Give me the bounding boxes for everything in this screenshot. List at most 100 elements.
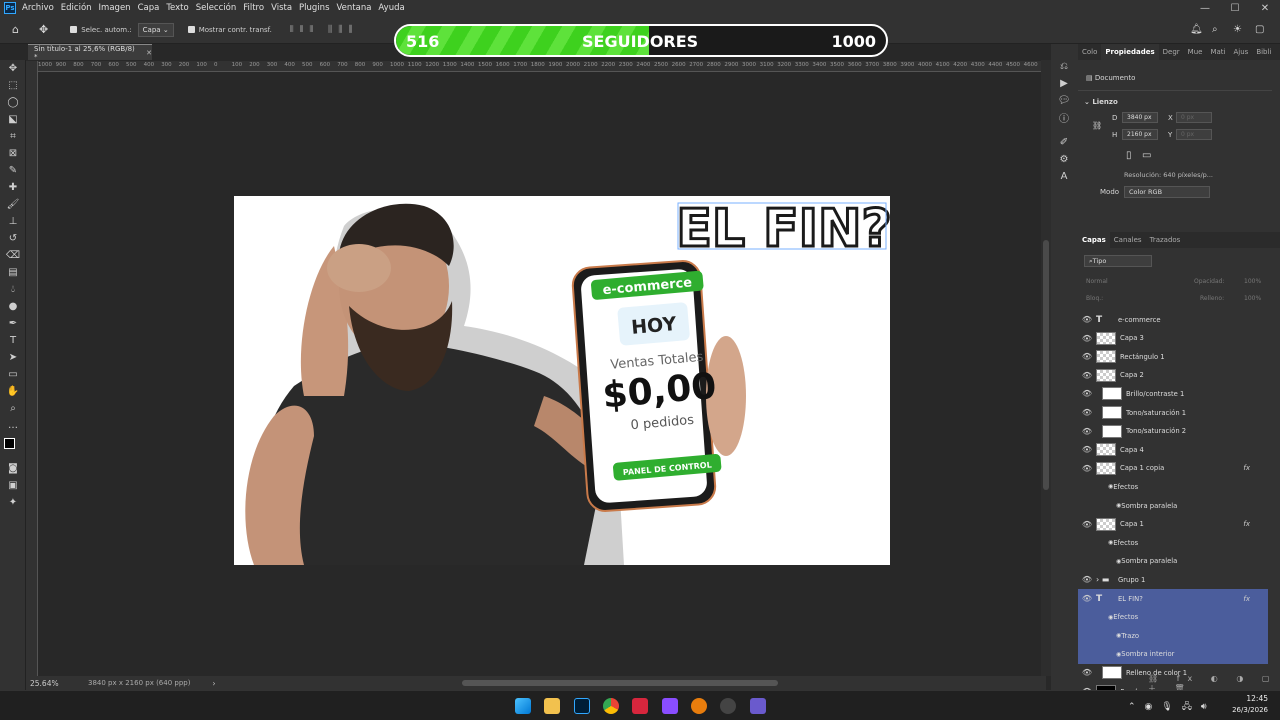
close-icon[interactable]: ✕ <box>1250 0 1280 16</box>
tab-channels[interactable]: Canales <box>1110 236 1146 244</box>
chrome-icon[interactable] <box>603 698 619 714</box>
layer-visibility-icon[interactable]: 👁︎ <box>1078 668 1096 677</box>
folder-icon[interactable]: › ▬ <box>1096 575 1118 584</box>
layer-row[interactable]: ◉ Efectos <box>1078 533 1268 552</box>
workspace-icon[interactable]: ▢ <box>1255 24 1264 35</box>
tab-close-icon[interactable]: ✕ <box>146 49 152 57</box>
layer-row[interactable]: ◉ Efectos <box>1078 607 1268 627</box>
blender-icon[interactable] <box>691 698 707 714</box>
landscape-icon[interactable]: ▭ <box>1142 150 1151 161</box>
layer-row[interactable]: 👁︎ › ▬ Grupo 1 <box>1078 570 1268 589</box>
layer-row[interactable]: ◉ Trazo <box>1078 626 1268 646</box>
headline-text[interactable]: EL FIN? <box>675 198 890 261</box>
layer-row[interactable]: 👁︎ Rectángulo 1 <box>1078 347 1268 366</box>
healing-brush-icon[interactable]: ✚ <box>0 179 26 196</box>
history-brush-icon[interactable]: ↺ <box>0 230 26 247</box>
layer-row[interactable]: 👁︎ Capa 4 <box>1078 440 1268 459</box>
fill-value[interactable]: 100% <box>1244 295 1261 302</box>
crop-tool-icon[interactable]: ⌗ <box>0 128 26 145</box>
tab-paths[interactable]: Trazados <box>1146 236 1185 244</box>
portrait-icon[interactable]: ▯ <box>1126 150 1132 161</box>
layer-row[interactable]: ◉ Sombra paralela <box>1078 552 1268 571</box>
width-input[interactable]: 3840 px <box>1122 112 1158 123</box>
layer-filter-dropdown[interactable]: ⌕ Tipo <box>1084 255 1152 267</box>
layer-fx-icon[interactable]: fx <box>1243 464 1250 472</box>
lasso-tool-icon[interactable]: ◯ <box>0 94 26 111</box>
layer-row[interactable]: 👁︎ Capa 2 <box>1078 366 1268 385</box>
stamp-tool-icon[interactable]: ⊥ <box>0 213 26 230</box>
clock-date[interactable]: 26/3/2026 <box>1228 706 1268 714</box>
minimize-icon[interactable]: — <box>1190 0 1220 16</box>
file-explorer-icon[interactable] <box>544 698 560 714</box>
dodge-tool-icon[interactable]: ● <box>0 298 26 315</box>
auto-select-dropdown[interactable]: Capa ⌄ <box>137 22 174 37</box>
tab-layers[interactable]: Capas <box>1078 232 1110 248</box>
layer-visibility-icon[interactable]: 👁︎ <box>1078 389 1096 398</box>
layer-row[interactable]: ◉ Sombra interior <box>1078 644 1268 664</box>
play-actions-icon[interactable]: ▶ <box>1051 75 1077 92</box>
layer-visibility-icon[interactable]: 👁︎ <box>1078 408 1096 417</box>
menu-plugins[interactable]: Plugins <box>299 3 329 13</box>
vertical-scrollbar[interactable] <box>1041 60 1051 676</box>
blur-tool-icon[interactable]: 💧︎ <box>0 281 26 298</box>
gradient-tool-icon[interactable]: ▤ <box>0 264 26 281</box>
object-select-icon[interactable]: ⬕ <box>0 111 26 128</box>
menu-capa[interactable]: Capa <box>138 3 160 13</box>
app-icon[interactable] <box>662 698 678 714</box>
menu-texto[interactable]: Texto <box>166 3 188 13</box>
mode-dropdown[interactable]: Color RGB <box>1124 186 1210 198</box>
tab-libraries[interactable]: Bibli <box>1252 48 1275 56</box>
status-expand-icon[interactable]: › <box>212 679 215 688</box>
layer-row[interactable]: 👁︎ Tono/saturación 1 <box>1078 403 1268 422</box>
layer-visibility-icon[interactable]: 👁︎ <box>1078 464 1096 473</box>
brush-tool-icon[interactable]: 🖌︎ <box>0 196 26 213</box>
layer-visibility-icon[interactable]: 👁︎ <box>1078 575 1096 584</box>
obs-icon[interactable] <box>720 698 736 714</box>
quick-mask-icon[interactable]: ◙ <box>0 460 26 477</box>
move-tool-icon[interactable]: ✥ <box>0 60 26 77</box>
x-input[interactable]: 0 px <box>1176 112 1212 123</box>
document-tab[interactable]: Sin título-1 al 25,6% (RGB/8) * ✕ <box>28 44 152 61</box>
layer-visibility-icon[interactable]: 👁︎ <box>1078 371 1096 380</box>
maximize-icon[interactable]: ☐ <box>1220 0 1250 16</box>
vegas-icon[interactable] <box>750 698 766 714</box>
light-icon[interactable]: ☀ <box>1233 24 1242 35</box>
windows-start-icon[interactable] <box>515 698 531 714</box>
generative-icon[interactable]: ✦ <box>0 494 26 511</box>
layer-row[interactable]: 👁︎ T EL FIN? fx <box>1078 589 1268 608</box>
menu-filtro[interactable]: Filtro <box>243 3 264 13</box>
move-tool-icon[interactable]: ✥ <box>39 23 48 36</box>
layer-visibility-icon[interactable]: 👁︎ <box>1078 352 1096 361</box>
vertical-scroll-thumb[interactable] <box>1043 240 1049 490</box>
tab-swatches[interactable]: Mue <box>1184 48 1207 56</box>
layer-row[interactable]: 👁︎ Capa 3 <box>1078 329 1268 348</box>
clock-time[interactable]: 12:45 <box>1228 694 1268 703</box>
layer-visibility-icon[interactable]: 👁︎ <box>1078 594 1096 603</box>
layer-row[interactable]: 👁︎ Te-commerce <box>1078 310 1268 329</box>
menu-vista[interactable]: Vista <box>271 3 292 13</box>
character-panel-icon[interactable]: A <box>1051 168 1077 185</box>
y-input[interactable]: 0 px <box>1176 129 1212 140</box>
rectangle-tool-icon[interactable]: ▭ <box>0 366 26 383</box>
bell-icon[interactable]: 🔔︎ <box>1190 24 1203 35</box>
home-icon[interactable]: ⌂ <box>12 23 19 36</box>
path-select-icon[interactable]: ➤ <box>0 349 26 366</box>
menu-ayuda[interactable]: Ayuda <box>378 3 404 13</box>
auto-select-checkbox[interactable] <box>70 26 78 33</box>
layer-fx-icon[interactable]: fx <box>1243 595 1250 603</box>
search-icon[interactable]: ⌕ <box>1212 24 1218 35</box>
height-input[interactable]: 2160 px <box>1122 129 1158 140</box>
blend-mode[interactable]: Normal <box>1086 278 1108 285</box>
link-icon[interactable]: ⛓ <box>1092 121 1102 130</box>
photoshop-taskbar-icon[interactable] <box>574 698 590 714</box>
layer-row[interactable]: 👁︎ Capa 1 fx <box>1078 515 1268 534</box>
frame-tool-icon[interactable]: ⊠ <box>0 145 26 162</box>
eraser-tool-icon[interactable]: ⌫ <box>0 247 26 264</box>
eyedropper-icon[interactable]: ✎ <box>0 162 26 179</box>
layer-row[interactable]: 👁︎ Capa 1 copia fx <box>1078 459 1268 478</box>
tab-color[interactable]: Colo <box>1078 48 1101 56</box>
info-icon[interactable]: ⓘ <box>1051 109 1077 126</box>
document-canvas[interactable]: e-commerce HOY Ventas Totales $0,00 0 pe… <box>234 196 890 565</box>
hand-tool-icon[interactable]: ✋ <box>0 383 26 400</box>
layer-row[interactable]: 👁︎ Tono/saturación 2 <box>1078 422 1268 441</box>
